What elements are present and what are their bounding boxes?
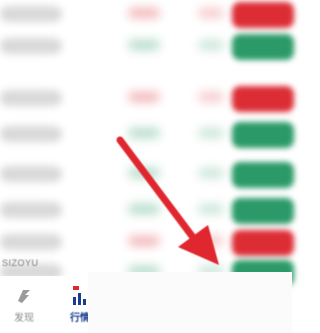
price-placeholder	[128, 204, 160, 214]
price-placeholder	[128, 128, 160, 138]
stock-name-placeholder	[0, 166, 62, 182]
change-placeholder	[198, 236, 224, 246]
change-placeholder	[198, 40, 224, 50]
stock-name-placeholder	[0, 202, 62, 218]
market-chart-icon	[73, 286, 86, 305]
price-placeholder	[128, 40, 160, 50]
stock-row[interactable]	[0, 196, 294, 226]
price-placeholder	[128, 236, 160, 246]
change-placeholder	[198, 8, 224, 18]
change-placeholder	[198, 128, 224, 138]
change-placeholder	[198, 204, 224, 214]
stock-name-placeholder	[0, 126, 62, 142]
change-percent-pill	[232, 230, 294, 256]
nav-item-discover[interactable]: 发现	[6, 286, 42, 332]
change-percent-pill	[232, 122, 294, 148]
discover-icon	[18, 290, 30, 303]
nav-label-discover: 发现	[14, 313, 34, 324]
stock-list	[0, 0, 294, 286]
footer-code: SIZOYU	[2, 258, 39, 268]
price-placeholder	[128, 8, 160, 18]
price-placeholder	[128, 92, 160, 102]
stock-row[interactable]	[0, 0, 294, 30]
stock-name-placeholder	[0, 90, 62, 106]
stock-row[interactable]	[0, 228, 294, 258]
stock-name-placeholder	[0, 234, 62, 250]
blank-overlay-panel	[88, 272, 292, 333]
stock-row[interactable]	[0, 32, 294, 62]
stock-row[interactable]	[0, 120, 294, 150]
stock-name-placeholder	[0, 38, 62, 54]
change-placeholder	[198, 92, 224, 102]
change-percent-pill	[232, 162, 294, 188]
price-placeholder	[128, 168, 160, 178]
stock-row[interactable]	[0, 84, 294, 114]
change-percent-pill	[232, 86, 294, 112]
change-percent-pill	[232, 2, 294, 28]
change-placeholder	[198, 168, 224, 178]
change-percent-pill	[232, 34, 294, 60]
stock-name-placeholder	[0, 6, 62, 22]
stock-row[interactable]	[0, 160, 294, 190]
change-percent-pill	[232, 198, 294, 224]
